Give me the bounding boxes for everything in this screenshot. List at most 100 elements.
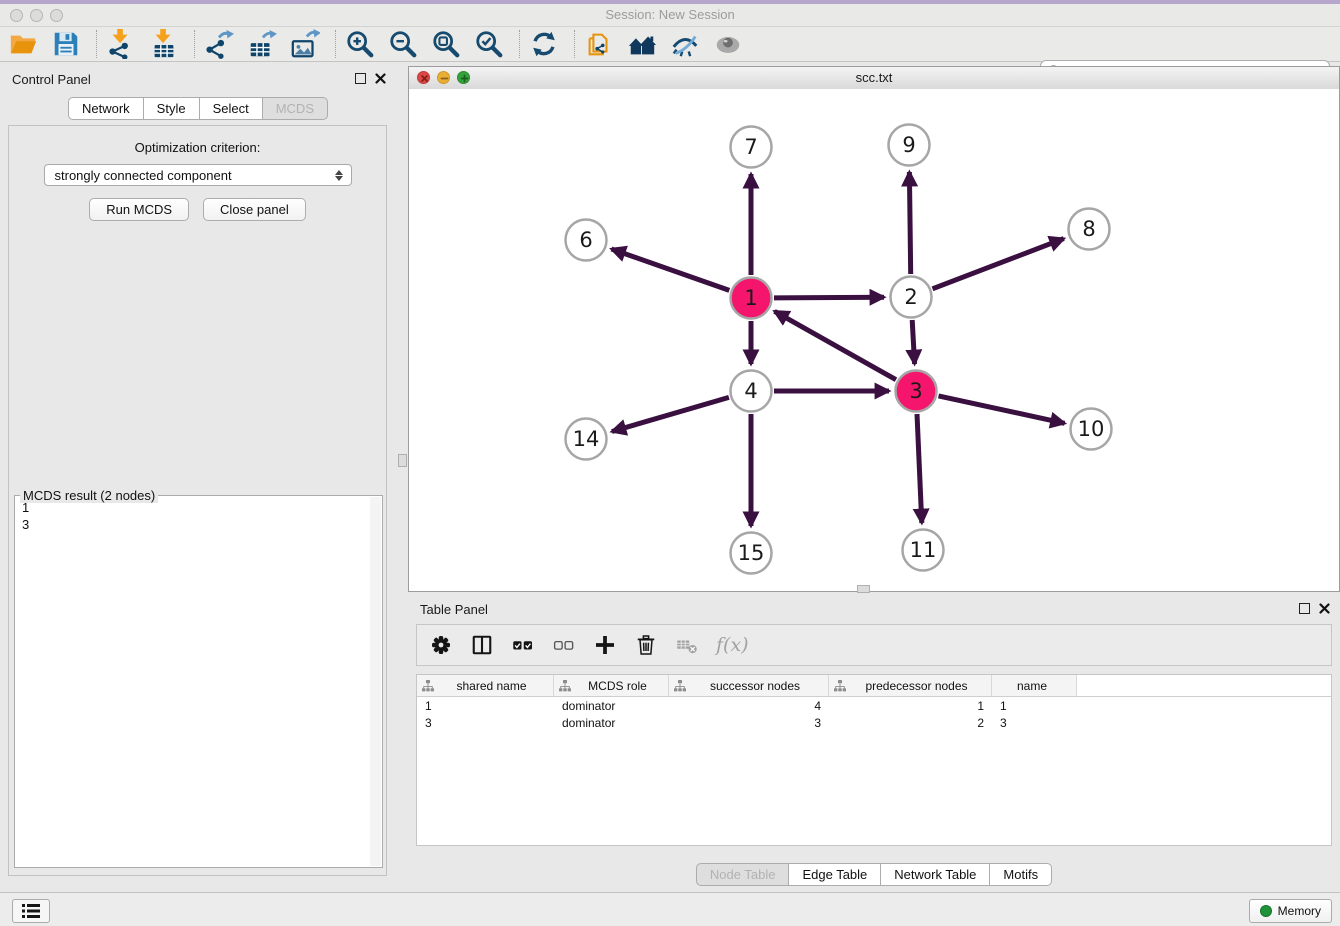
import-network-icon[interactable] (106, 29, 136, 59)
cell-successor-nodes[interactable]: 3 (669, 716, 829, 730)
column-header-mcds-role[interactable]: MCDS role (554, 675, 669, 696)
close-table-panel-icon[interactable] (1319, 603, 1330, 614)
export-network-icon[interactable] (204, 29, 234, 59)
network-window-titlebar[interactable]: scc.txt (409, 67, 1339, 90)
edge-1-to-2[interactable] (774, 297, 884, 298)
node-label: 4 (744, 379, 757, 403)
zoom-in-icon[interactable] (345, 29, 375, 59)
graph-node-14[interactable]: 14 (566, 419, 607, 460)
edge-1-to-6[interactable] (612, 249, 730, 290)
graph-node-2[interactable]: 2 (891, 277, 932, 318)
hide-selected-icon[interactable] (670, 29, 700, 59)
tab-select[interactable]: Select (199, 97, 263, 120)
column-tree-icon (422, 680, 434, 692)
cell-mcds-role[interactable]: dominator (554, 699, 669, 713)
column-header-name[interactable]: name (992, 675, 1077, 696)
vertical-splitter-grabber[interactable] (398, 454, 407, 467)
graph-node-4[interactable]: 4 (731, 371, 772, 412)
refresh-icon[interactable] (529, 29, 559, 59)
graph-node-10[interactable]: 10 (1071, 409, 1112, 450)
edge-3-to-1[interactable] (775, 311, 897, 379)
add-row-icon[interactable] (593, 633, 617, 657)
edge-2-to-8[interactable] (933, 239, 1064, 289)
delete-row-icon[interactable] (634, 633, 658, 657)
memory-label: Memory (1278, 904, 1321, 918)
graph-node-11[interactable]: 11 (903, 530, 944, 571)
column-header-shared-name[interactable]: shared name (417, 675, 554, 696)
edge-3-to-10[interactable] (939, 396, 1065, 423)
tab-node-table[interactable]: Node Table (696, 863, 790, 886)
memory-button[interactable]: Memory (1249, 899, 1332, 923)
column-header-successor-nodes[interactable]: successor nodes (669, 675, 829, 696)
table-row[interactable]: 1 dominator 4 1 1 (417, 697, 1331, 714)
settings-gear-icon[interactable] (429, 633, 453, 657)
tab-mcds[interactable]: MCDS (262, 97, 328, 120)
close-panel-button[interactable]: Close panel (203, 198, 306, 221)
cell-successor-nodes[interactable]: 4 (669, 699, 829, 713)
zoom-out-icon[interactable] (388, 29, 418, 59)
column-tree-icon (674, 680, 686, 692)
export-image-icon[interactable] (290, 29, 320, 59)
table-panel-tabs: Node Table Edge Table Network Table Moti… (696, 863, 1052, 886)
table-panel: Table Panel (408, 596, 1340, 888)
edge-2-to-3[interactable] (912, 320, 914, 364)
graph-node-8[interactable]: 8 (1069, 209, 1110, 250)
tab-style[interactable]: Style (143, 97, 200, 120)
cell-name[interactable]: 1 (992, 699, 1077, 713)
zoom-fit-icon[interactable] (431, 29, 461, 59)
tab-network-table[interactable]: Network Table (880, 863, 990, 886)
copy-network-icon[interactable] (584, 29, 614, 59)
save-session-icon[interactable] (51, 29, 81, 59)
toggle-columns-icon[interactable] (470, 633, 494, 657)
application-window: Session: New Session (0, 0, 1340, 926)
edge-2-to-9[interactable] (909, 172, 910, 274)
horizontal-splitter-grabber[interactable] (857, 585, 870, 593)
network-canvas-svg[interactable]: 7 9 6 8 1 2 4 3 14 10 15 11 (409, 89, 1339, 591)
home-layout-icon[interactable] (627, 29, 657, 59)
graph-node-6[interactable]: 6 (566, 220, 607, 261)
table-panel-title: Table Panel (420, 602, 488, 617)
graph-node-3[interactable]: 3 (896, 371, 937, 412)
tab-motifs[interactable]: Motifs (989, 863, 1052, 886)
graph-node-9[interactable]: 9 (889, 125, 930, 166)
criterion-select[interactable]: strongly connected component (44, 164, 352, 186)
task-history-button[interactable] (12, 899, 50, 923)
table-row[interactable]: 3 dominator 3 2 3 (417, 714, 1331, 731)
float-table-panel-icon[interactable] (1299, 603, 1310, 614)
run-mcds-button[interactable]: Run MCDS (89, 198, 189, 221)
graph-node-15[interactable]: 15 (731, 533, 772, 574)
control-panel-title: Control Panel (12, 72, 91, 87)
close-panel-icon[interactable] (375, 73, 386, 84)
table-toolbar: f(x) (416, 624, 1332, 666)
deselect-all-checks-icon[interactable] (552, 633, 576, 657)
cell-name[interactable]: 3 (992, 716, 1077, 730)
cell-mcds-role[interactable]: dominator (554, 716, 669, 730)
cell-predecessor-nodes[interactable]: 1 (829, 699, 992, 713)
open-file-icon[interactable] (8, 29, 38, 59)
tab-network[interactable]: Network (68, 97, 144, 120)
column-tree-icon (559, 680, 571, 692)
select-all-checks-icon[interactable] (511, 633, 535, 657)
column-header-predecessor-nodes[interactable]: predecessor nodes (829, 675, 992, 696)
edge-3-to-11[interactable] (917, 414, 922, 523)
cell-shared-name[interactable]: 1 (417, 699, 554, 713)
network-view-title: scc.txt (409, 70, 1339, 85)
node-label: 2 (904, 285, 917, 309)
list-icon (21, 903, 41, 919)
float-panel-icon[interactable] (355, 73, 366, 84)
header-filler (1077, 675, 1331, 696)
edge-4-to-14[interactable] (612, 397, 729, 431)
import-table-icon[interactable] (149, 29, 179, 59)
result-scrollbar[interactable] (370, 497, 381, 866)
network-canvas[interactable]: 7 9 6 8 1 2 4 3 14 10 15 11 (409, 89, 1339, 591)
cell-predecessor-nodes[interactable]: 2 (829, 716, 992, 730)
node-label: 10 (1078, 417, 1105, 441)
graph-node-7[interactable]: 7 (731, 127, 772, 168)
cell-shared-name[interactable]: 3 (417, 716, 554, 730)
graph-node-1[interactable]: 1 (731, 278, 772, 319)
zoom-selected-icon[interactable] (474, 29, 504, 59)
export-table-icon[interactable] (247, 29, 277, 59)
show-all-icon (713, 29, 743, 59)
tab-edge-table[interactable]: Edge Table (788, 863, 881, 886)
control-panel-header: Control Panel (0, 66, 396, 92)
